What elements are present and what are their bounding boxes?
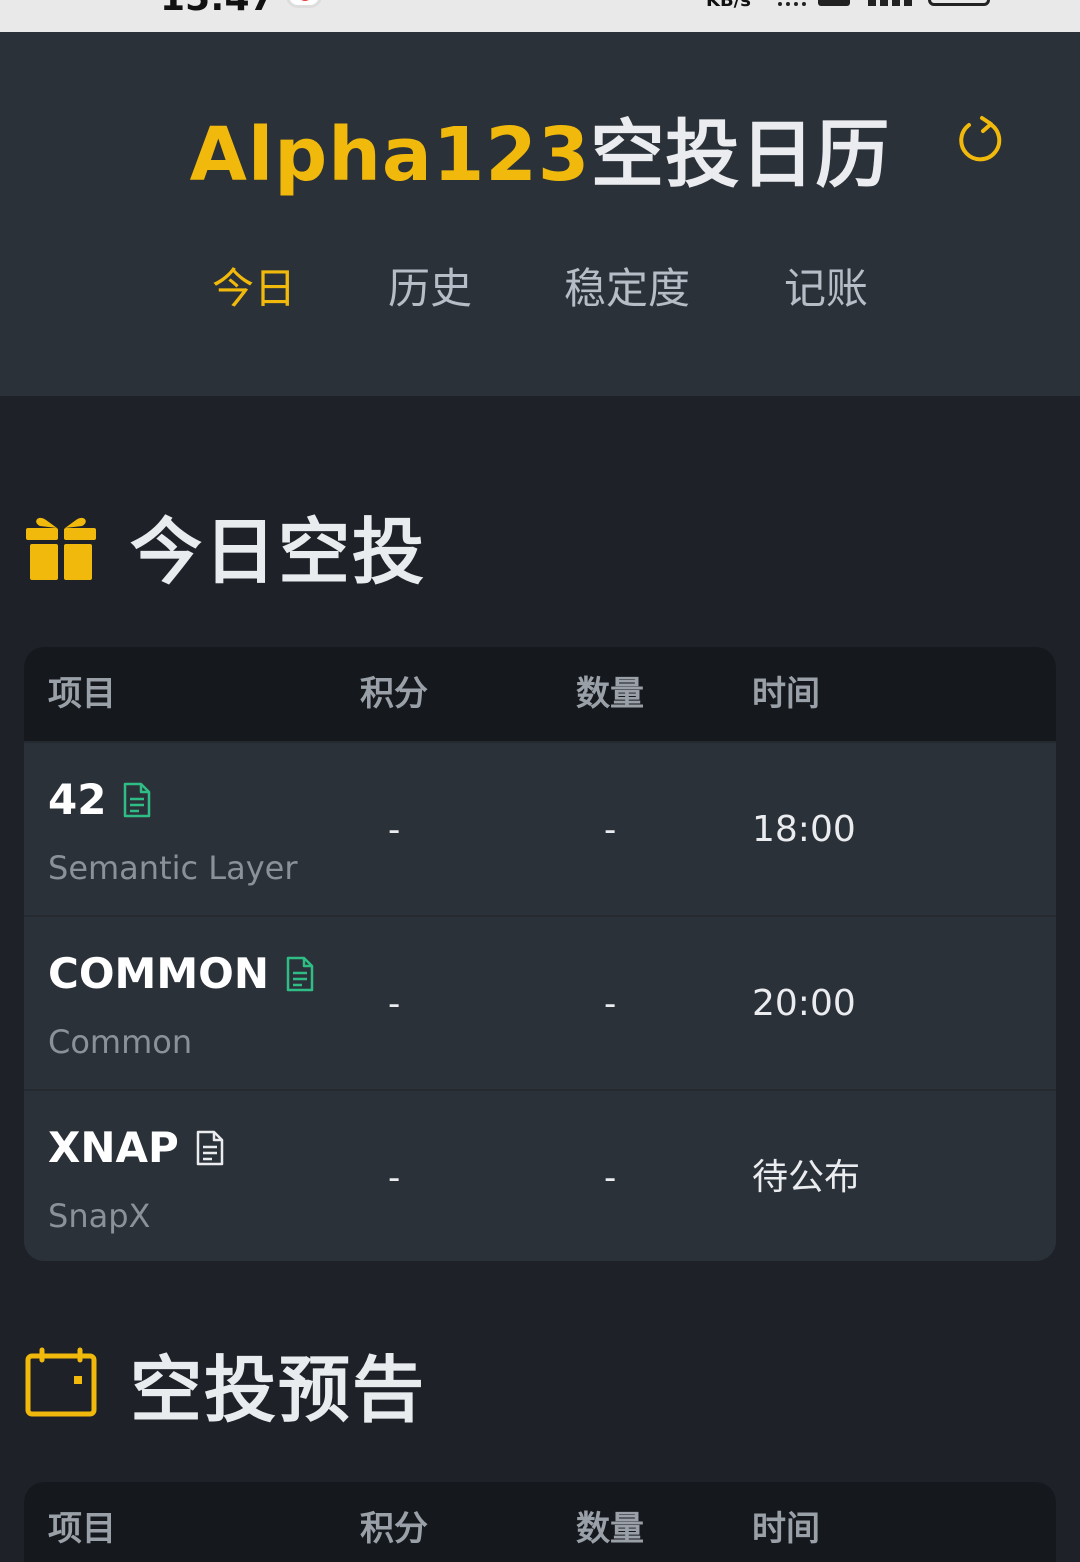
battery-icon <box>928 0 990 6</box>
token-name: Semantic Layer <box>48 849 298 887</box>
app-title: Alpha123空投日历 <box>0 110 1080 200</box>
calendar-icon <box>25 1347 97 1417</box>
time-value: 20:00 <box>752 983 856 1024</box>
column-header-points: 积分 <box>360 674 428 714</box>
column-header-project: 项目 <box>48 1509 116 1549</box>
table-row[interactable]: COMMON Common - - 20:00 <box>24 915 1056 1089</box>
tab-history[interactable]: 历史 <box>388 254 472 324</box>
document-icon[interactable] <box>195 1129 225 1167</box>
points-value: - <box>388 984 401 1024</box>
token-name: SnapX <box>48 1197 151 1235</box>
refresh-icon <box>959 116 1002 162</box>
sim-icon <box>818 0 850 6</box>
time-value: 18:00 <box>752 809 856 850</box>
time-value: 待公布 <box>752 1157 861 1198</box>
network-speed: KB/s <box>706 0 751 11</box>
tab-today[interactable]: 今日 <box>212 254 296 324</box>
column-header-amount: 数量 <box>576 674 644 714</box>
table-header: 项目 积分 数量 时间 <box>24 1482 1056 1562</box>
notification-icon <box>286 0 322 8</box>
tab-bookkeeping[interactable]: 记账 <box>784 254 868 324</box>
table-row[interactable]: 42 Semantic Layer - - 18:00 <box>24 741 1056 915</box>
token-symbol: XNAP <box>48 1123 179 1172</box>
table-row[interactable]: XNAP SnapX - - 待公布 <box>24 1089 1056 1261</box>
upcoming-airdrop-table: 项目 积分 数量 时间 <box>24 1482 1056 1562</box>
column-header-amount: 数量 <box>576 1509 644 1549</box>
app-title-brand: Alpha123 <box>189 112 591 198</box>
refresh-button[interactable] <box>952 112 1008 168</box>
column-header-time: 时间 <box>752 1509 820 1549</box>
document-icon[interactable] <box>122 781 152 819</box>
column-header-project: 项目 <box>48 674 116 714</box>
today-section-title: 今日空投 <box>24 500 426 594</box>
points-value: - <box>388 810 401 850</box>
gift-icon <box>26 517 96 580</box>
column-header-time: 时间 <box>752 674 820 714</box>
app-header: Alpha123空投日历 今日 历史 稳定度 记账 <box>0 32 1080 396</box>
token-symbol-cell: COMMON <box>48 949 315 998</box>
token-symbol: 42 <box>48 775 107 824</box>
signal-icon <box>868 0 914 6</box>
app-title-rest: 空投日历 <box>590 112 891 198</box>
column-header-points: 积分 <box>360 1509 428 1549</box>
wifi-icon <box>778 0 806 6</box>
points-value: - <box>388 1158 401 1198</box>
amount-value: - <box>604 1158 617 1198</box>
tab-stability[interactable]: 稳定度 <box>564 254 690 324</box>
today-airdrop-table: 项目 积分 数量 时间 42 Semantic Layer - - 18:00 … <box>24 647 1056 1261</box>
token-symbol: COMMON <box>48 949 269 998</box>
tab-bar: 今日 历史 稳定度 记账 <box>0 254 1080 324</box>
token-symbol-cell: 42 <box>48 775 152 824</box>
table-header: 项目 积分 数量 时间 <box>24 647 1056 741</box>
upcoming-section-title: 空投预告 <box>24 1338 426 1432</box>
amount-value: - <box>604 984 617 1024</box>
status-bar: 15:47 KB/s <box>0 0 1080 32</box>
document-icon[interactable] <box>285 955 315 993</box>
today-section-heading: 今日空投 <box>130 509 427 594</box>
amount-value: - <box>604 810 617 850</box>
token-name: Common <box>48 1023 193 1061</box>
token-symbol-cell: XNAP <box>48 1123 225 1172</box>
status-time: 15:47 <box>160 0 275 19</box>
upcoming-section-heading: 空投预告 <box>130 1347 427 1432</box>
